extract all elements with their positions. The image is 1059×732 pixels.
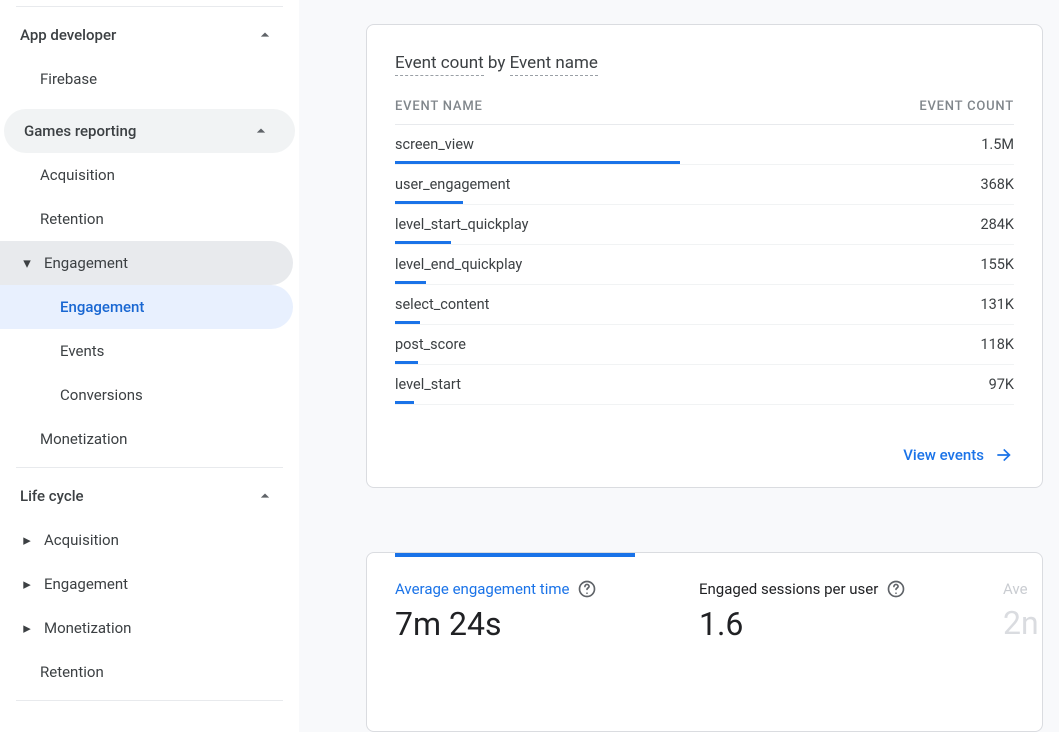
sidebar: App developer Firebase Games reporting A…: [0, 0, 300, 732]
header-event-count: EVENT COUNT: [919, 99, 1014, 114]
dimension-label[interactable]: Event name: [510, 53, 598, 76]
event-name: level_end_quickplay: [395, 256, 522, 273]
item-label: Retention: [40, 663, 104, 681]
help-icon[interactable]: [577, 579, 597, 599]
event-name: post_score: [395, 336, 466, 353]
sidebar-item-engagement[interactable]: Engagement: [0, 285, 293, 329]
table-row[interactable]: level_end_quickplay 155K: [395, 245, 1014, 285]
sidebar-item-retention[interactable]: Retention: [0, 197, 299, 241]
stat-engaged-sessions[interactable]: Engaged sessions per user 1.6: [699, 553, 939, 643]
table-row[interactable]: level_start 97K: [395, 365, 1014, 405]
sidebar-item-lc-monetization[interactable]: ▸ Monetization: [0, 606, 299, 650]
item-label: Acquisition: [40, 166, 115, 184]
item-label: Events: [60, 342, 104, 360]
link-label: View events: [903, 446, 984, 464]
table-row[interactable]: level_start_quickplay 284K: [395, 205, 1014, 245]
table-header: EVENT NAME EVENT COUNT: [395, 99, 1014, 125]
event-count: 368K: [980, 176, 1014, 193]
sidebar-item-acquisition[interactable]: Acquisition: [0, 153, 299, 197]
event-name: screen_view: [395, 136, 474, 153]
table-row[interactable]: user_engagement 368K: [395, 165, 1014, 205]
chevron-up-icon: [255, 25, 275, 45]
table-row[interactable]: post_score 118K: [395, 325, 1014, 365]
metric-label[interactable]: Event count: [395, 53, 484, 76]
bar-fill: [395, 201, 463, 204]
stat-value: 1.6: [699, 605, 939, 643]
stat-cutoff[interactable]: Ave 2n: [1003, 553, 1043, 643]
sidebar-item-lc-acquisition[interactable]: ▸ Acquisition: [0, 518, 299, 562]
triangle-down-icon: ▾: [20, 254, 34, 272]
item-label: Firebase: [40, 70, 97, 88]
item-label: Retention: [40, 210, 104, 228]
event-rows: screen_view 1.5M user_engagement 368K level_…: [395, 125, 1014, 405]
event-name: level_start_quickplay: [395, 216, 529, 233]
sidebar-item-conversions[interactable]: Conversions: [0, 373, 299, 417]
bar-fill: [395, 281, 426, 284]
item-label: Engagement: [60, 298, 144, 316]
event-count: 1.5M: [981, 136, 1014, 153]
bar-fill: [395, 241, 451, 244]
by-word: by: [484, 53, 510, 73]
chevron-up-icon: [251, 121, 271, 141]
stat-avg-engagement-time[interactable]: Average engagement time 7m 24s: [395, 553, 635, 643]
event-count: 155K: [980, 256, 1014, 273]
event-count: 118K: [980, 336, 1014, 353]
item-label: Monetization: [40, 430, 127, 448]
event-count: 131K: [980, 296, 1014, 313]
event-count: 284K: [980, 216, 1014, 233]
item-label: Monetization: [44, 619, 131, 637]
divider: [16, 700, 283, 701]
table-row[interactable]: screen_view 1.5M: [395, 125, 1014, 165]
event-count-card: Event count by Event name EVENT NAME EVE…: [366, 24, 1043, 488]
stat-label: Average engagement time: [395, 580, 569, 598]
section-life-cycle[interactable]: Life cycle: [0, 474, 299, 518]
stat-value: 7m 24s: [395, 605, 635, 643]
stat-label: Ave: [1003, 580, 1028, 598]
divider: [16, 6, 283, 7]
section-label: Games reporting: [24, 122, 136, 140]
triangle-right-icon: ▸: [20, 575, 34, 593]
main-content: Event count by Event name EVENT NAME EVE…: [300, 0, 1059, 732]
triangle-right-icon: ▸: [20, 619, 34, 637]
arrow-right-icon: [994, 445, 1014, 465]
sidebar-item-lc-engagement[interactable]: ▸ Engagement: [0, 562, 299, 606]
bar-fill: [395, 401, 414, 404]
item-label: Engagement: [44, 575, 128, 593]
sidebar-item-engagement-parent[interactable]: ▾ Engagement: [0, 241, 293, 285]
item-label: Engagement: [44, 254, 128, 272]
item-label: Conversions: [60, 386, 143, 404]
stats-tabs: Average engagement time 7m 24s Engaged s…: [395, 553, 1014, 644]
bar-fill: [395, 321, 420, 324]
event-name: level_start: [395, 376, 461, 393]
sidebar-item-monetization[interactable]: Monetization: [0, 417, 299, 461]
event-count: 97K: [989, 376, 1014, 393]
section-label: Life cycle: [20, 487, 84, 505]
sidebar-item-firebase[interactable]: Firebase: [0, 57, 299, 101]
section-app-developer[interactable]: App developer: [0, 13, 299, 57]
table-row[interactable]: select_content 131K: [395, 285, 1014, 325]
bar-fill: [395, 361, 418, 364]
sidebar-item-lc-retention[interactable]: Retention: [0, 650, 299, 694]
chevron-up-icon: [255, 486, 275, 506]
event-name: user_engagement: [395, 176, 510, 193]
stat-value: 2n: [1003, 604, 1043, 642]
divider: [16, 467, 283, 468]
sidebar-item-events[interactable]: Events: [0, 329, 299, 373]
section-games-reporting[interactable]: Games reporting: [4, 109, 295, 153]
section-label: App developer: [20, 26, 116, 44]
triangle-right-icon: ▸: [20, 531, 34, 549]
stat-label: Engaged sessions per user: [699, 580, 878, 598]
engagement-stats-card: Average engagement time 7m 24s Engaged s…: [366, 552, 1043, 732]
view-events-link[interactable]: View events: [903, 445, 1014, 465]
bar-fill: [395, 161, 680, 164]
help-icon[interactable]: [886, 579, 906, 599]
card-title: Event count by Event name: [395, 53, 1014, 73]
item-label: Acquisition: [44, 531, 119, 549]
header-event-name: EVENT NAME: [395, 99, 483, 114]
event-name: select_content: [395, 296, 489, 313]
